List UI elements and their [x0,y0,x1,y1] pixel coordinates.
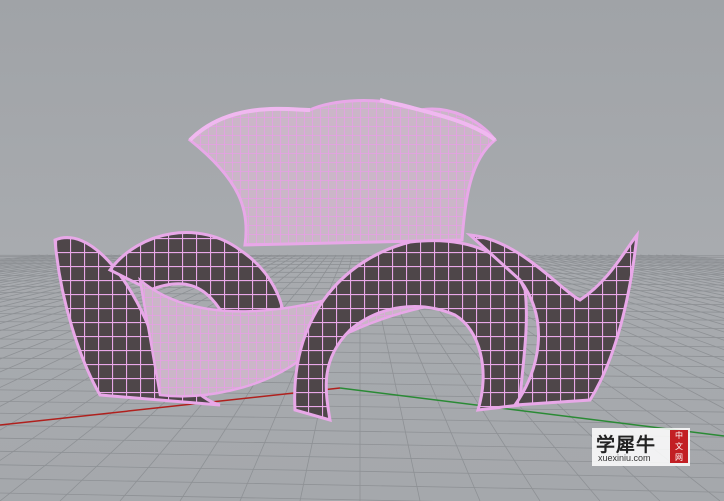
watermark-url: xuexiniu.com [598,453,651,463]
grid-line [0,478,724,493]
grid-line [0,464,724,479]
grid-line [0,492,435,501]
watermark-logo: 学犀牛 xuexiniu.com 中文网 [592,428,690,466]
watermark-seal: 中文网 [670,430,688,463]
viewport-3d-scene [0,98,724,501]
shell-front-arch [293,239,528,423]
grid-line [0,254,49,262]
shell-tower [187,99,498,247]
rhino-perspective-viewport[interactable]: 学犀牛 xuexiniu.com 中文网 [0,0,724,501]
grid-line [0,400,724,413]
